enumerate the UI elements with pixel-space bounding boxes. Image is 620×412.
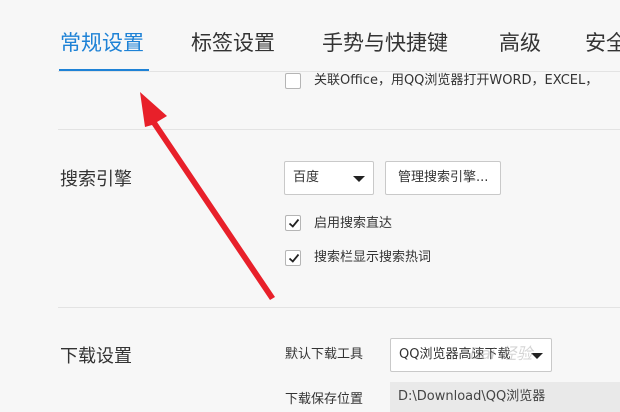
section-divider	[58, 129, 620, 130]
enable-search-direct-checkbox[interactable]	[285, 215, 301, 231]
download-settings-title: 下载设置	[60, 346, 132, 367]
section-divider	[58, 307, 620, 308]
show-hot-words-label: 搜索栏显示搜索热词	[314, 250, 432, 265]
tab-advanced[interactable]: 高级	[499, 28, 541, 58]
watermark-logo: Bai 经验	[470, 344, 533, 363]
search-engine-title: 搜索引擎	[60, 169, 132, 190]
tab-security[interactable]: 安全	[585, 28, 620, 58]
search-engine-select[interactable]: 百度	[284, 161, 374, 195]
tab-general-settings[interactable]: 常规设置	[60, 28, 144, 58]
download-save-location-field[interactable]: D:\Download\QQ浏览器	[390, 382, 620, 412]
tab-tab-settings[interactable]: 标签设置	[191, 28, 275, 58]
tab-gestures-shortcuts[interactable]: 手势与快捷键	[322, 28, 448, 58]
chevron-down-icon	[353, 176, 365, 182]
office-assoc-checkbox[interactable]	[285, 73, 301, 89]
enable-search-direct-label: 启用搜索直达	[314, 216, 393, 231]
settings-tab-bar: 常规设置 标签设置 手势与快捷键 高级 安全	[0, 0, 620, 72]
default-download-tool-label: 默认下载工具	[285, 347, 364, 362]
chevron-down-icon	[531, 353, 543, 359]
download-save-location-label: 下载保存位置	[285, 392, 364, 407]
office-assoc-label: 关联Office，用QQ浏览器打开WORD，EXCEL，	[314, 73, 599, 88]
checkmark-icon	[288, 218, 300, 228]
manage-search-engines-button[interactable]: 管理搜索引擎...	[385, 161, 502, 195]
checkmark-icon	[288, 253, 300, 263]
show-hot-words-checkbox[interactable]	[285, 250, 301, 266]
search-engine-selected-value: 百度	[293, 170, 320, 185]
